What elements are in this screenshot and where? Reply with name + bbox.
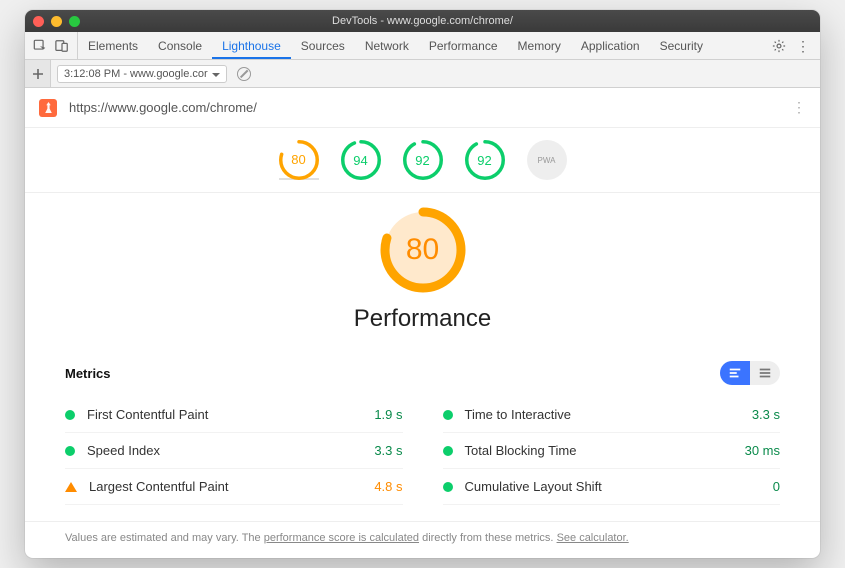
- gear-icon[interactable]: [772, 39, 786, 53]
- circle-icon: [65, 410, 75, 420]
- metrics-footnote: Values are estimated and may vary. The p…: [25, 521, 820, 558]
- tab-memory[interactable]: Memory: [508, 32, 571, 59]
- circle-icon: [443, 446, 453, 456]
- zoom-window-button[interactable]: [69, 16, 80, 27]
- window-traffic-lights: [33, 16, 80, 27]
- footnote-text2: directly from these metrics.: [419, 532, 557, 544]
- minimize-window-button[interactable]: [51, 16, 62, 27]
- circle-icon: [443, 410, 453, 420]
- metric-value: 3.3 s: [374, 443, 402, 458]
- circle-icon: [65, 446, 75, 456]
- tab-network[interactable]: Network: [355, 32, 419, 59]
- performance-title: Performance: [25, 305, 820, 333]
- report-selector[interactable]: 3:12:08 PM - www.google.cor: [57, 65, 227, 83]
- new-report-button[interactable]: [25, 60, 51, 87]
- tab-elements[interactable]: Elements: [78, 32, 148, 59]
- metric-row: Largest Contentful Paint4.8 s: [65, 469, 403, 505]
- inspect-icon[interactable]: [33, 39, 47, 53]
- circle-icon: [443, 482, 453, 492]
- category-gauge-3[interactable]: 92: [465, 140, 505, 180]
- see-calculator-link[interactable]: See calculator.: [557, 532, 629, 544]
- performance-section: 80 Performance: [25, 193, 820, 351]
- tab-security[interactable]: Security: [650, 32, 713, 59]
- tab-application[interactable]: Application: [571, 32, 650, 59]
- titlebar: DevTools - www.google.com/chrome/: [25, 10, 820, 32]
- metric-value: 0: [773, 479, 780, 494]
- metric-row: Speed Index3.3 s: [65, 433, 403, 469]
- metric-value: 30 ms: [745, 443, 780, 458]
- performance-score: 80: [378, 205, 468, 295]
- category-gauge-2[interactable]: 92: [403, 140, 443, 180]
- metric-name: First Contentful Paint: [87, 407, 374, 422]
- tab-console[interactable]: Console: [148, 32, 212, 59]
- metric-name: Cumulative Layout Shift: [465, 479, 773, 494]
- footnote-text: Values are estimated and may vary. The: [65, 532, 264, 544]
- metrics-view-toggle: [720, 361, 780, 385]
- view-detailed-button[interactable]: [720, 361, 750, 385]
- metrics-heading: Metrics: [65, 366, 111, 381]
- category-gauge-1[interactable]: 94: [341, 140, 381, 180]
- metric-value: 3.3 s: [752, 407, 780, 422]
- metric-row: First Contentful Paint1.9 s: [65, 397, 403, 433]
- performance-gauge: 80: [378, 205, 468, 295]
- metric-name: Total Blocking Time: [465, 443, 745, 458]
- score-calc-link[interactable]: performance score is calculated: [264, 532, 419, 544]
- report-url-row: https://www.google.com/chrome/ ⋮: [25, 88, 820, 128]
- category-gauge-0[interactable]: 80: [279, 140, 319, 180]
- metric-name: Speed Index: [87, 443, 374, 458]
- view-compact-button[interactable]: [750, 361, 780, 385]
- close-window-button[interactable]: [33, 16, 44, 27]
- device-toggle-icon[interactable]: [55, 39, 69, 53]
- tab-performance[interactable]: Performance: [419, 32, 508, 59]
- metric-name: Time to Interactive: [465, 407, 752, 422]
- metrics-section: Metrics First Contentful Paint1.9 s Time …: [25, 351, 820, 521]
- metric-row: Time to Interactive3.3 s: [443, 397, 781, 433]
- devtools-tabbar: ElementsConsoleLighthouseSourcesNetworkP…: [25, 32, 820, 60]
- window-title: DevTools - www.google.com/chrome/: [25, 15, 820, 27]
- pwa-badge[interactable]: PWA: [527, 140, 567, 180]
- kebab-icon[interactable]: ⋮: [796, 39, 810, 53]
- metric-name: Largest Contentful Paint: [89, 479, 374, 494]
- triangle-icon: [65, 482, 77, 492]
- devtools-window: DevTools - www.google.com/chrome/ Elemen…: [25, 10, 820, 558]
- metric-row: Cumulative Layout Shift0: [443, 469, 781, 505]
- metric-value: 4.8 s: [374, 479, 402, 494]
- metric-row: Total Blocking Time30 ms: [443, 433, 781, 469]
- clear-icon[interactable]: [237, 67, 251, 81]
- lighthouse-toolbar: 3:12:08 PM - www.google.cor: [25, 60, 820, 88]
- metric-value: 1.9 s: [374, 407, 402, 422]
- lighthouse-icon: [39, 99, 57, 117]
- report-url: https://www.google.com/chrome/: [69, 100, 257, 115]
- report-menu-icon[interactable]: ⋮: [792, 99, 806, 116]
- tab-lighthouse[interactable]: Lighthouse: [212, 32, 291, 59]
- category-gauges: 80 94 92 92 PWA: [25, 132, 820, 188]
- tab-sources[interactable]: Sources: [291, 32, 355, 59]
